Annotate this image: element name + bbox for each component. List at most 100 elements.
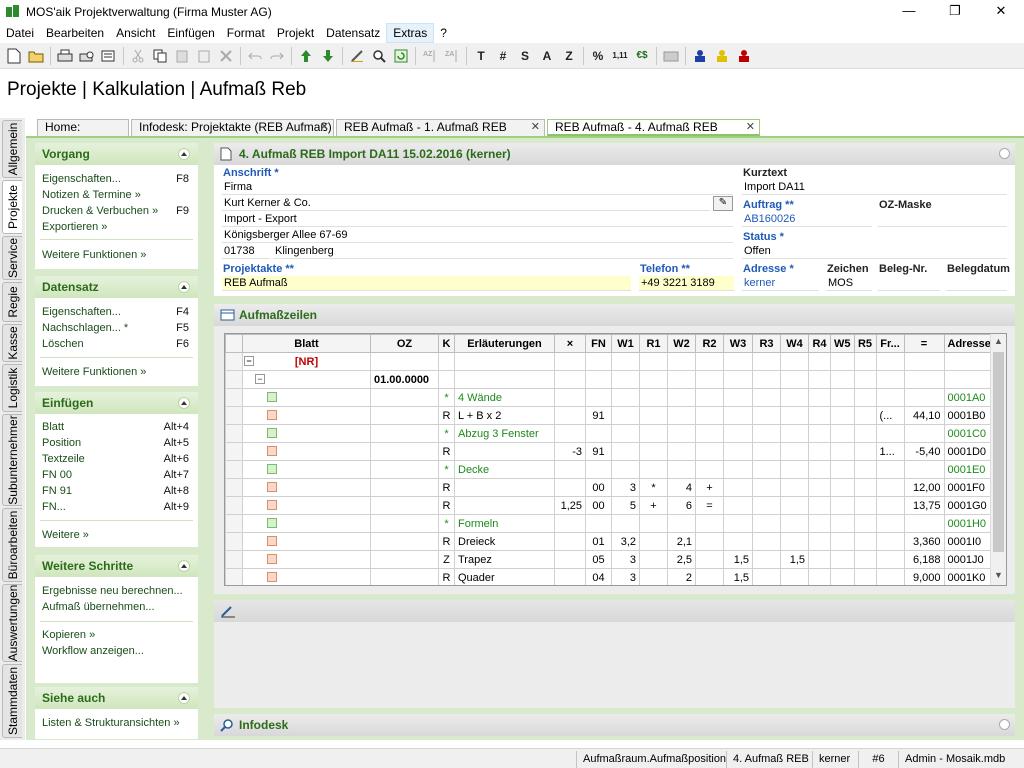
cell-r4[interactable]	[808, 460, 831, 479]
cell-r5[interactable]	[853, 460, 877, 479]
cell-k[interactable]	[438, 352, 455, 371]
table-row[interactable]: * Abzug 3 Fenster 0001C0	[225, 424, 995, 443]
cell-eq[interactable]: 3,360	[903, 532, 945, 551]
cell-r3[interactable]	[752, 352, 781, 371]
copy-icon[interactable]	[149, 45, 171, 67]
cell-r4[interactable]	[808, 496, 831, 515]
undo-icon[interactable]	[244, 45, 266, 67]
action-weitere-funktionen[interactable]: Weitere Funktionen »	[42, 247, 192, 263]
cell-fn[interactable]	[585, 514, 612, 533]
cell-w5[interactable]	[830, 550, 855, 569]
cell-eq[interactable]: 12,00	[903, 478, 945, 497]
arrow-down-icon[interactable]	[317, 45, 339, 67]
cell-mul[interactable]	[554, 568, 586, 585]
cell-fr[interactable]	[875, 550, 905, 569]
cell-erl[interactable]	[454, 496, 555, 515]
insert-fn[interactable]: FN... Alt+9	[42, 499, 192, 515]
cell-fr[interactable]	[875, 514, 905, 533]
cell-fr[interactable]: (...	[875, 406, 905, 425]
cell-blatt[interactable]	[242, 478, 371, 497]
cell-r2[interactable]	[695, 370, 724, 389]
col-header-eq[interactable]: =	[903, 334, 945, 353]
cell-r1[interactable]	[639, 460, 668, 479]
action-listen[interactable]: Listen & Strukturansichten »	[42, 715, 192, 731]
cell-r1[interactable]	[639, 568, 668, 585]
vtab-auswertungen[interactable]: Auswertungen	[2, 584, 22, 662]
cell-fn[interactable]: 04	[585, 568, 612, 585]
anschrift-line-1[interactable]: Firma	[222, 180, 733, 195]
cell-w4[interactable]: 1,5	[780, 550, 809, 569]
cell-r3[interactable]	[752, 460, 781, 479]
percent-icon[interactable]: %	[587, 45, 609, 67]
cell-mul[interactable]	[554, 370, 586, 389]
currency-icon[interactable]: €$	[631, 45, 653, 67]
table-row[interactable]: R Dreieck 01 3,2 2,1 3,360 0001I0	[225, 532, 995, 551]
cell-fr[interactable]	[875, 460, 905, 479]
cell-eq[interactable]	[903, 424, 945, 443]
table-row[interactable]: − 01.00.0000	[225, 370, 995, 389]
plz-field[interactable]: 01738	[222, 244, 270, 259]
anschrift-line-3[interactable]: Import - Export	[222, 212, 733, 227]
cell-fr[interactable]: 1...	[875, 442, 905, 461]
vtab-subunternehmer[interactable]: Subunternehmer	[2, 414, 22, 506]
cell-w2[interactable]: 2,1	[667, 532, 696, 551]
cell-w5[interactable]	[830, 514, 855, 533]
cell-k[interactable]: R	[438, 442, 455, 461]
cell-r1[interactable]	[639, 532, 668, 551]
table-row[interactable]: R -3 91 1... -5,40 0001D0	[225, 442, 995, 461]
cell-fr[interactable]	[875, 370, 905, 389]
cell-w3[interactable]	[723, 460, 753, 479]
cell-w5[interactable]	[830, 532, 855, 551]
cell-w1[interactable]	[611, 352, 640, 371]
number-icon[interactable]: #	[492, 45, 514, 67]
scroll-thumb[interactable]	[993, 352, 1004, 552]
action-eigenschaften-ds[interactable]: Eigenschaften... F4	[42, 304, 192, 320]
cell-r5[interactable]	[853, 424, 877, 443]
cell-eq[interactable]: 13,75	[903, 496, 945, 515]
col-header-r3[interactable]: R3	[752, 334, 781, 353]
cell-w2[interactable]	[667, 370, 696, 389]
close-tab-icon[interactable]: ✕	[746, 120, 755, 135]
cell-erl[interactable]	[454, 352, 555, 371]
cell-fn[interactable]	[585, 388, 612, 407]
cell-w3[interactable]	[723, 532, 753, 551]
row-selector[interactable]	[225, 496, 243, 515]
cell-blatt[interactable]: [NR] −	[242, 352, 371, 371]
cell-oz[interactable]	[370, 352, 439, 371]
cell-w4[interactable]	[780, 424, 809, 443]
adresse-field[interactable]: kerner	[742, 276, 819, 291]
menu-einfuegen[interactable]: Einfügen	[161, 23, 220, 43]
collapse-icon[interactable]	[178, 560, 190, 572]
cell-oz[interactable]	[370, 442, 439, 461]
cell-w1[interactable]	[611, 514, 640, 533]
cell-r2[interactable]	[695, 550, 724, 569]
cell-eq[interactable]: -5,40	[903, 442, 945, 461]
cell-r3[interactable]	[752, 406, 781, 425]
menu-ansicht[interactable]: Ansicht	[110, 23, 161, 43]
cell-r1[interactable]	[639, 550, 668, 569]
menu-datensatz[interactable]: Datensatz	[320, 23, 386, 43]
cell-r4[interactable]	[808, 370, 831, 389]
cell-w2[interactable]	[667, 424, 696, 443]
text-icon[interactable]: T	[470, 45, 492, 67]
action-eigenschaften[interactable]: Eigenschaften... F8	[42, 171, 192, 187]
cell-k[interactable]: *	[438, 514, 455, 533]
close-tab-icon[interactable]: ✕	[531, 120, 540, 135]
col-header-fr[interactable]: Fr...	[875, 334, 905, 353]
cell-erl[interactable]: Dreieck	[454, 532, 555, 551]
cell-r3[interactable]	[752, 478, 781, 497]
cell-blatt[interactable]	[242, 532, 371, 551]
menu-format[interactable]: Format	[221, 23, 271, 43]
cell-r4[interactable]	[808, 442, 831, 461]
cell-w3[interactable]	[723, 388, 753, 407]
scroll-up-icon[interactable]: ▲	[994, 336, 1003, 346]
cell-w5[interactable]	[830, 442, 855, 461]
cell-blatt[interactable]	[242, 514, 371, 533]
action-nachschlagen[interactable]: Nachschlagen... * F5	[42, 320, 192, 336]
col-header-r1[interactable]: R1	[639, 334, 668, 353]
cell-eq[interactable]: 44,10	[903, 406, 945, 425]
cell-k[interactable]: *	[438, 460, 455, 479]
cell-blatt[interactable]	[242, 424, 371, 443]
sort-asc-icon[interactable]: AZ	[419, 45, 441, 67]
cell-w2[interactable]: 2	[667, 568, 696, 585]
